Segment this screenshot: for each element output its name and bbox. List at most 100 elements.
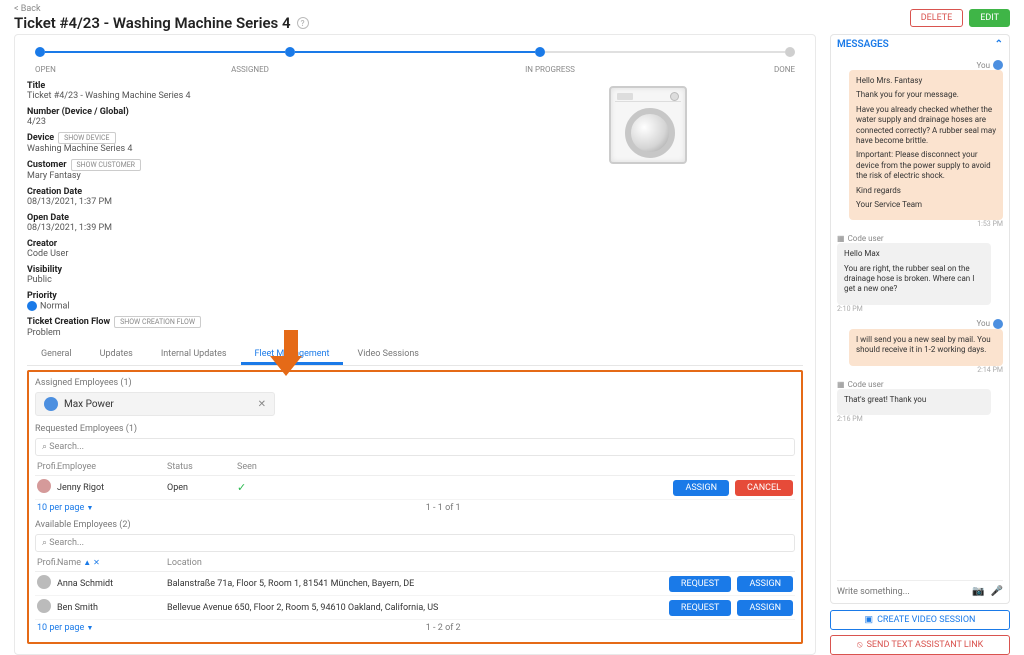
msg-sender: ▦ Code user bbox=[837, 380, 1003, 389]
title-label: Title bbox=[27, 81, 45, 91]
flow-label: Ticket Creation Flow bbox=[27, 317, 110, 327]
tab-internal-updates[interactable]: Internal Updates bbox=[147, 344, 241, 365]
open-value: 08/13/2021, 1:39 PM bbox=[27, 223, 803, 233]
requested-search-input[interactable]: ⌕ Search... bbox=[35, 438, 795, 456]
available-per-page[interactable]: 10 per page ▼ bbox=[37, 623, 93, 633]
send-text-assistant-link-button[interactable]: ⦸SEND TEXT ASSISTANT LINK bbox=[830, 635, 1010, 655]
col-profile: Profi. bbox=[37, 558, 57, 568]
avatar-icon bbox=[44, 397, 58, 411]
page-title: Ticket #4/23 - Washing Machine Series 4 … bbox=[14, 14, 309, 32]
avatar-icon bbox=[37, 479, 51, 493]
msg-sender: ▦ Code user bbox=[837, 234, 1003, 243]
customer-label: Customer bbox=[27, 160, 67, 170]
available-range: 1 - 2 of 2 bbox=[426, 623, 461, 633]
number-label: Number (Device / Global) bbox=[27, 107, 129, 117]
requested-status: Open bbox=[167, 483, 237, 493]
available-row: Anna Schmidt Balanstraße 71a, Floor 5, R… bbox=[35, 572, 795, 596]
video-icon: ▣ bbox=[865, 615, 874, 625]
show-device-button[interactable]: SHOW DEVICE bbox=[58, 132, 115, 144]
page-title-text: Ticket #4/23 - Washing Machine Series 4 bbox=[14, 14, 291, 32]
request-button[interactable]: REQUEST bbox=[669, 600, 732, 616]
avatar-icon bbox=[993, 319, 1003, 329]
show-flow-button[interactable]: SHOW CREATION FLOW bbox=[114, 316, 201, 328]
col-status[interactable]: Status bbox=[167, 462, 237, 472]
msg-time: 2:10 PM bbox=[837, 305, 1003, 313]
sort-icon[interactable]: ▲ ✕ bbox=[83, 558, 100, 567]
available-search-input[interactable]: ⌕ Search... bbox=[35, 534, 795, 552]
message-bubble: Hello Max You are right, the rubber seal… bbox=[837, 243, 991, 305]
message-input[interactable] bbox=[837, 587, 966, 597]
requested-title: Requested Employees (1) bbox=[35, 424, 795, 434]
search-icon: ⌕ bbox=[42, 538, 47, 548]
camera-icon[interactable]: 📷 bbox=[972, 586, 984, 597]
col-name[interactable]: Name ▲ ✕ bbox=[57, 558, 167, 568]
available-location: Bellevue Avenue 650, Floor 2, Room 5, 94… bbox=[167, 603, 669, 613]
create-video-session-button[interactable]: ▣CREATE VIDEO SESSION bbox=[830, 610, 1010, 630]
messages-header[interactable]: MESSAGES ⌃ bbox=[830, 34, 1010, 54]
device-label: Device bbox=[27, 133, 54, 143]
visibility-label: Visibility bbox=[27, 265, 62, 275]
assigned-title: Assigned Employees (1) bbox=[35, 378, 795, 388]
assign-button[interactable]: ASSIGN bbox=[737, 600, 793, 616]
messages-panel: You Hello Mrs. Fantasy Thank you for you… bbox=[830, 54, 1010, 604]
requested-search-placeholder: Search... bbox=[49, 442, 84, 452]
device-image bbox=[609, 86, 695, 176]
assigned-employee-name: Max Power bbox=[64, 399, 114, 410]
search-icon: ⌕ bbox=[42, 442, 47, 452]
delete-button[interactable]: DELETE bbox=[910, 9, 964, 27]
collapse-icon[interactable]: ⌃ bbox=[995, 39, 1003, 50]
tab-general[interactable]: General bbox=[27, 344, 86, 365]
requested-per-page[interactable]: 10 per page ▼ bbox=[37, 503, 93, 513]
fleet-management-panel: Assigned Employees (1) Max Power ✕ Reque… bbox=[27, 370, 803, 644]
msg-sender: You bbox=[837, 60, 1003, 70]
show-customer-button[interactable]: SHOW CUSTOMER bbox=[71, 159, 141, 171]
back-link[interactable]: < Back bbox=[14, 4, 309, 14]
creator-label: Creator bbox=[27, 239, 57, 249]
col-employee[interactable]: Employee bbox=[57, 462, 167, 472]
available-title: Available Employees (2) bbox=[35, 520, 795, 530]
avatar-placeholder-icon bbox=[37, 575, 51, 589]
highlight-arrow-icon bbox=[279, 330, 302, 376]
priority-dot-icon bbox=[27, 301, 37, 311]
assigned-employee-chip: Max Power ✕ bbox=[35, 392, 275, 416]
requested-range: 1 - 1 of 1 bbox=[426, 503, 461, 513]
col-location[interactable]: Location bbox=[167, 558, 793, 568]
msg-time: 2:16 PM bbox=[837, 415, 1003, 423]
message-bubble: That's great! Thank you bbox=[837, 389, 991, 415]
assign-button[interactable]: ASSIGN bbox=[673, 480, 729, 496]
msg-time: 1:53 PM bbox=[837, 220, 1003, 228]
requested-employee-name: Jenny Rigot bbox=[57, 483, 167, 493]
progress-bar bbox=[35, 47, 795, 57]
open-label: Open Date bbox=[27, 213, 69, 223]
cancel-button[interactable]: CANCEL bbox=[735, 480, 793, 496]
mic-icon[interactable]: 🎤 bbox=[991, 586, 1003, 597]
close-circle-icon: ⦸ bbox=[857, 640, 863, 650]
avatar-placeholder-icon bbox=[37, 599, 51, 613]
message-bubble: I will send you a new seal by mail. You … bbox=[849, 329, 1003, 366]
avatar-icon bbox=[993, 60, 1003, 70]
col-seen[interactable]: Seen bbox=[237, 462, 367, 472]
tab-video-sessions[interactable]: Video Sessions bbox=[343, 344, 432, 365]
seen-check-icon: ✓ bbox=[237, 481, 246, 494]
qr-icon: ▦ bbox=[837, 380, 845, 389]
creation-value: 08/13/2021, 1:37 PM bbox=[27, 197, 803, 207]
available-row: Ben Smith Bellevue Avenue 650, Floor 2, … bbox=[35, 596, 795, 620]
col-profile: Profi. bbox=[37, 462, 57, 472]
msg-sender: You bbox=[837, 319, 1003, 329]
qr-icon: ▦ bbox=[837, 234, 845, 243]
remove-assigned-button[interactable]: ✕ bbox=[258, 399, 266, 410]
visibility-value: Public bbox=[27, 275, 803, 285]
creator-value: Code User bbox=[27, 249, 803, 259]
stage-labels: OPEN ASSIGNED IN PROGRESS DONE bbox=[35, 65, 795, 74]
msg-time: 2:14 PM bbox=[837, 366, 1003, 374]
message-bubble: Hello Mrs. Fantasy Thank you for your me… bbox=[849, 70, 1003, 220]
info-icon[interactable]: ? bbox=[297, 17, 309, 29]
flow-value: Problem bbox=[27, 328, 803, 338]
available-search-placeholder: Search... bbox=[49, 538, 84, 548]
tab-updates[interactable]: Updates bbox=[86, 344, 147, 365]
priority-value: Normal bbox=[27, 301, 803, 311]
edit-button[interactable]: EDIT bbox=[969, 9, 1010, 27]
creation-label: Creation Date bbox=[27, 187, 82, 197]
priority-label: Priority bbox=[27, 291, 57, 301]
requested-row: Jenny Rigot Open ✓ ASSIGN CANCEL bbox=[35, 476, 795, 500]
